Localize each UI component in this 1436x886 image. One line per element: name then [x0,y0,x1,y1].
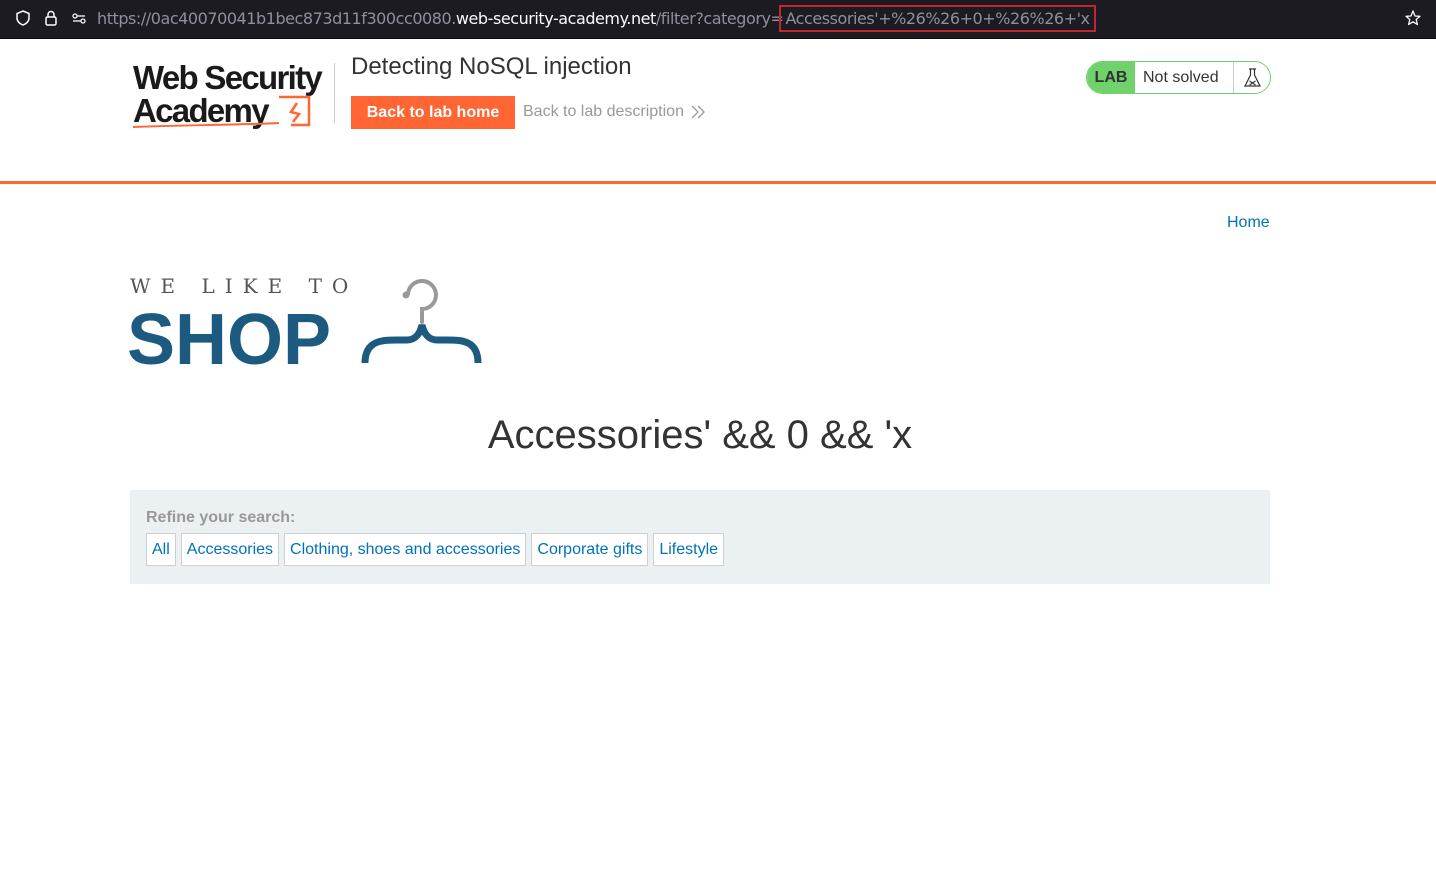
lab-badge: LAB [1087,62,1135,93]
lab-status-widget: LAB Not solved [1086,61,1271,94]
back-to-lab-description-link[interactable]: Back to lab description [523,103,684,121]
filter-panel: Refine your search: All Accessories Clot… [130,490,1270,584]
refine-label: Refine your search: [146,509,296,526]
nav-home-link[interactable]: Home [1227,214,1270,232]
hanger-icon [361,279,482,364]
category-clothing-link[interactable]: Clothing, shoes and accessories [284,533,527,566]
double-chevron-right-icon [691,105,705,119]
lab-header: Web Security Academy Detecting NoSQL inj… [0,39,1436,184]
shop-logo: WE LIKE TO SHOP [129,274,482,369]
flask-icon [1233,62,1270,93]
shop-logo-word: SHOP [129,300,331,369]
url-query-highlight: Accessories'+%26%26+0+%26%26+'x [779,5,1096,32]
browser-address-bar: https://0ac40070041b1bec873d11f300cc0080… [0,0,1436,39]
lab-title: Detecting NoSQL injection [351,53,632,80]
shield-icon[interactable] [14,9,32,27]
lab-status-text: Not solved [1143,69,1219,86]
shop-logo-tagline: WE LIKE TO [130,274,358,298]
page-heading: Accessories' && 0 && 'x [487,413,913,457]
web-security-academy-logo[interactable]: Web Security Academy [131,59,331,131]
category-all-link[interactable]: All [146,533,176,566]
category-list: All Accessories Clothing, shoes and acce… [146,533,725,566]
url-path: /filter?category= [655,9,784,28]
category-corporate-gifts-link[interactable]: Corporate gifts [531,533,649,566]
category-accessories-link[interactable]: Accessories [180,533,280,566]
back-to-lab-home-button[interactable]: Back to lab home [351,96,515,129]
url-domain: web-security-academy.net [455,9,656,28]
logo-line1: Web Security [133,59,323,96]
lock-icon[interactable] [42,9,60,27]
url-prefix: https://0ac40070041b1bec873d11f300cc0080… [97,9,456,28]
bookmark-star-icon[interactable] [1404,9,1422,27]
header-divider [334,63,335,123]
url-field[interactable]: https://0ac40070041b1bec873d11f300cc0080… [97,5,1096,32]
permissions-icon[interactable] [70,9,88,27]
category-lifestyle-link[interactable]: Lifestyle [653,533,725,566]
